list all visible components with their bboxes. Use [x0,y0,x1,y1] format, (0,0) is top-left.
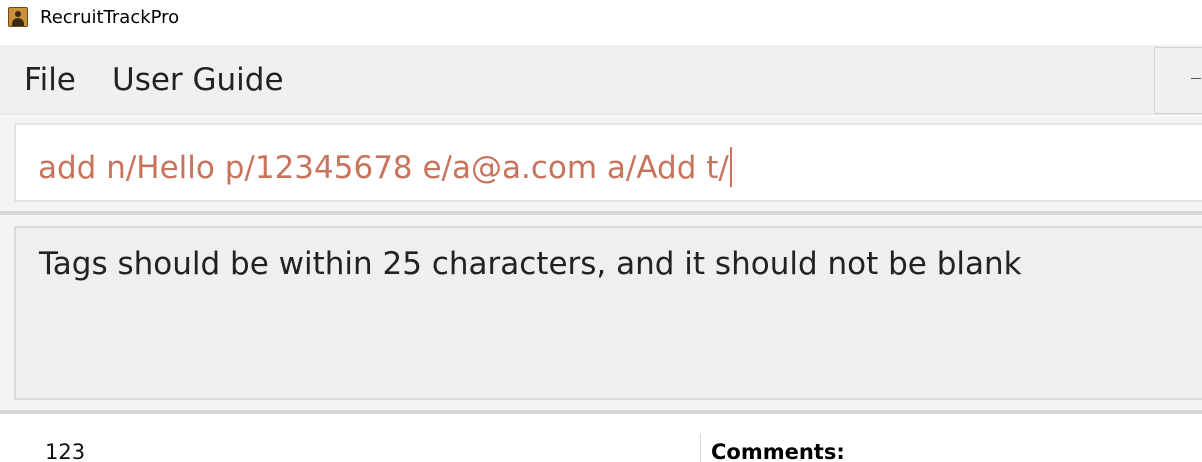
title-bar: RecruitTrackPro [0,0,1202,36]
app-window: RecruitTrackPro File User Guide add n/He… [0,0,1202,462]
details-panel: 123 Comments: [0,414,1202,462]
toolbar-button[interactable] [1154,47,1202,114]
comments-label: Comments: [711,440,845,462]
person-icon [8,7,28,27]
menu-user-guide[interactable]: User Guide [112,60,284,100]
result-message: Tags should be within 25 characters, and… [39,246,1022,282]
minus-icon [1191,78,1201,79]
list-item-value[interactable]: 123 [45,438,85,462]
menu-bar: File User Guide [0,45,1202,115]
menu-file[interactable]: File [24,60,76,100]
text-caret [729,147,732,187]
command-input-text: add n/Hello p/12345678 e/a@a.com a/Add t… [38,150,729,186]
result-display[interactable]: Tags should be within 25 characters, and… [14,226,1202,400]
result-panel: Tags should be within 25 characters, and… [0,215,1202,410]
window-title: RecruitTrackPro [40,7,180,28]
command-input[interactable]: add n/Hello p/12345678 e/a@a.com a/Add t… [14,123,1202,202]
command-panel: add n/Hello p/12345678 e/a@a.com a/Add t… [0,116,1202,211]
split-divider[interactable] [700,434,701,462]
